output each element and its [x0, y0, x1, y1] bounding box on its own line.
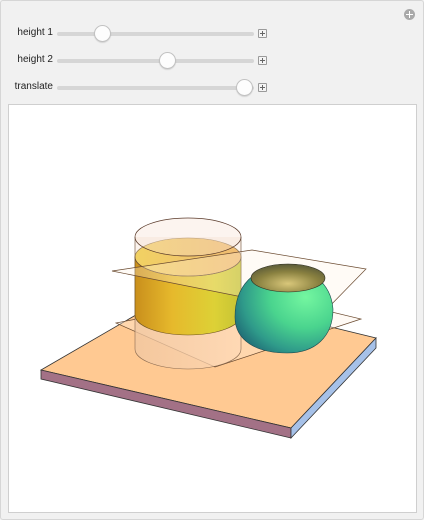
height1-slider-track[interactable] — [57, 32, 254, 36]
manipulate-panel: height 1 height 2 translate — [0, 0, 424, 520]
height2-label: height 2 — [17, 54, 53, 65]
3d-scene[interactable] — [9, 105, 418, 514]
3d-graphics-view[interactable] — [8, 104, 417, 513]
height2-slider-track[interactable] — [57, 59, 254, 63]
height1-control: height 1 — [1, 24, 424, 44]
translate-slider-track[interactable] — [57, 86, 254, 90]
translate-slider-thumb[interactable] — [236, 79, 254, 96]
translate-label: translate — [14, 81, 53, 92]
add-icon[interactable] — [404, 9, 415, 20]
translate-plus-icon[interactable] — [258, 83, 267, 92]
height1-slider-thumb[interactable] — [94, 25, 112, 42]
height2-plus-icon[interactable] — [258, 56, 267, 65]
height2-slider-thumb[interactable] — [159, 52, 177, 69]
height1-label: height 1 — [17, 27, 53, 38]
translate-control: translate — [1, 78, 424, 98]
height1-plus-icon[interactable] — [258, 29, 267, 38]
height2-control: height 2 — [1, 51, 424, 71]
